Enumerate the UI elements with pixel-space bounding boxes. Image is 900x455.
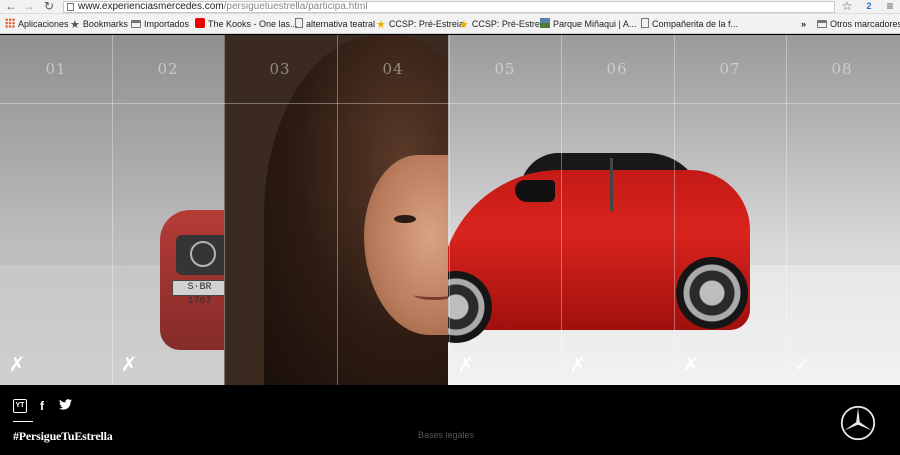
menu-icon[interactable]: ≡ bbox=[883, 0, 897, 14]
grid-col-line bbox=[224, 35, 225, 385]
car-window-pillar bbox=[610, 158, 613, 211]
grid-row-line bbox=[0, 103, 900, 104]
legal-link[interactable]: Bases legales bbox=[400, 430, 492, 440]
twitter-icon[interactable] bbox=[58, 399, 72, 413]
bookmark-label: Parque Miñaqui | A... bbox=[553, 19, 637, 29]
folder-icon bbox=[817, 20, 827, 28]
youtube-icon bbox=[195, 18, 205, 28]
youtube-icon[interactable]: YT bbox=[13, 399, 27, 413]
footer-divider bbox=[13, 421, 33, 422]
bookmarks-overflow-button[interactable]: » bbox=[801, 14, 806, 34]
bookmark-label: Aplicaciones bbox=[18, 19, 69, 29]
woman-portrait bbox=[224, 35, 448, 385]
address-bar[interactable]: www.experienciasmercedes.com/persiguetue… bbox=[63, 1, 835, 13]
wrong-mark-icon: ✗ bbox=[682, 352, 700, 376]
game-stage: S·BR 1767 01 02 03 04 05 06 07 08 ✗ ✗ ✗ … bbox=[0, 35, 900, 385]
check-mark-icon: ✓ bbox=[793, 352, 811, 376]
column-number[interactable]: 04 bbox=[337, 60, 449, 78]
car-mirror bbox=[515, 180, 555, 202]
forward-button[interactable]: → bbox=[22, 0, 36, 14]
wrong-mark-icon: ✗ bbox=[120, 352, 138, 376]
bookmark-otros-marcadores[interactable]: Otros marcadores bbox=[817, 14, 900, 34]
column-number[interactable]: 02 bbox=[112, 60, 224, 78]
bookmark-bookmarks[interactable]: ★ Bookmarks bbox=[70, 14, 128, 34]
reload-button[interactable]: ↻ bbox=[42, 0, 56, 14]
facebook-icon[interactable]: f bbox=[35, 399, 49, 413]
bookmark-ccsp-2[interactable]: ★ CCSP: Pré-Estreia bbox=[459, 14, 547, 34]
grid-col-line bbox=[449, 35, 450, 385]
bookmark-label: Bookmarks bbox=[82, 19, 128, 29]
grid-col-line bbox=[112, 35, 113, 385]
grid-col-line bbox=[561, 35, 562, 385]
bookmark-label: CCSP: Pré-Estreia bbox=[388, 19, 464, 29]
column-number[interactable]: 06 bbox=[561, 60, 673, 78]
bookmark-alternativa-teatral[interactable]: alternativa teatral bbox=[295, 14, 375, 34]
eye bbox=[394, 215, 416, 223]
column-number[interactable]: 07 bbox=[674, 60, 786, 78]
column-number[interactable]: 08 bbox=[786, 60, 898, 78]
hashtag: #PersigueTuEstrella bbox=[13, 429, 113, 443]
bookmark-importados[interactable]: Importados bbox=[131, 14, 189, 34]
grid-col-line bbox=[674, 35, 675, 385]
extension-badge[interactable]: 2 bbox=[862, 0, 876, 14]
mercedes-star-icon[interactable] bbox=[840, 405, 876, 441]
bookmark-label: Importados bbox=[144, 19, 190, 29]
rear-wheel bbox=[676, 257, 748, 329]
page-icon bbox=[641, 18, 649, 28]
bookmark-label: CCSP: Pré-Estreia bbox=[471, 19, 547, 29]
bookmark-label: alternativa teatral bbox=[306, 19, 376, 29]
site-footer: YT f #PersigueTuEstrella Bases legales bbox=[0, 385, 900, 455]
column-number[interactable]: 03 bbox=[224, 60, 336, 78]
star-icon: ★ bbox=[70, 19, 80, 31]
wrong-mark-icon: ✗ bbox=[457, 352, 475, 376]
page-icon bbox=[295, 18, 303, 28]
wrong-mark-icon: ✗ bbox=[569, 352, 587, 376]
bookmark-the-kooks[interactable]: The Kooks - One las... bbox=[195, 14, 298, 34]
bookmark-label: The Kooks - One las... bbox=[208, 19, 298, 29]
star-icon: ★ bbox=[459, 19, 469, 31]
bookmark-ccsp-1[interactable]: ★ CCSP: Pré-Estreia bbox=[376, 14, 464, 34]
folder-icon bbox=[131, 20, 141, 28]
bookmark-star-icon[interactable]: ☆ bbox=[840, 0, 854, 14]
star-icon: ★ bbox=[376, 19, 386, 31]
back-button[interactable]: ← bbox=[4, 0, 18, 14]
bookmarks-bar: Aplicaciones ★ Bookmarks Importados The K… bbox=[0, 14, 900, 34]
column-number[interactable]: 05 bbox=[449, 60, 561, 78]
bookmark-aplicaciones[interactable]: Aplicaciones bbox=[5, 14, 69, 34]
column-number[interactable]: 01 bbox=[0, 60, 112, 78]
wrong-mark-icon: ✗ bbox=[8, 352, 26, 376]
bookmark-label: Otros marcadores bbox=[830, 19, 900, 29]
image-icon bbox=[540, 18, 550, 28]
bookmark-parque[interactable]: Parque Miñaqui | A... bbox=[540, 14, 636, 34]
grid-col-line bbox=[786, 35, 787, 385]
url-domain: www.experienciasmercedes.com bbox=[78, 1, 224, 12]
browser-toolbar: ← → ↻ www.experienciasmercedes.com/persi… bbox=[0, 0, 900, 14]
bookmark-companerita[interactable]: Compañerita de la f... bbox=[641, 14, 738, 34]
apps-grid-icon bbox=[5, 18, 15, 28]
smile bbox=[414, 290, 448, 300]
bookmark-label: Compañerita de la f... bbox=[652, 19, 739, 29]
url-path: /persiguetuestrella/participa.html bbox=[223, 1, 368, 12]
grid-col-line bbox=[337, 35, 338, 385]
page-icon bbox=[67, 3, 74, 11]
